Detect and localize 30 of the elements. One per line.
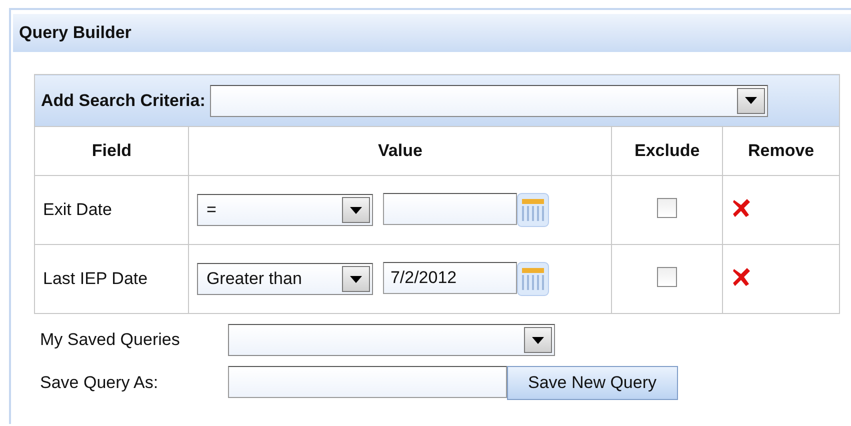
dropdown-button[interactable]	[342, 197, 370, 223]
caret-icon	[532, 336, 544, 344]
dropdown-button[interactable]	[737, 88, 766, 114]
operator-select[interactable]: =	[197, 194, 374, 226]
save-new-query-button[interactable]: Save New Query	[507, 366, 678, 400]
date-field[interactable]: 7/2/2012	[383, 262, 518, 294]
operator-select[interactable]: Greater than	[197, 263, 374, 295]
save-as-label: Save Query As:	[40, 373, 160, 393]
column-header: Field	[34, 126, 189, 176]
delete-icon[interactable]	[731, 198, 752, 218]
field-cell: Last IEP Date	[34, 244, 189, 314]
saved-queries-select[interactable]	[228, 324, 555, 356]
dropdown-button[interactable]	[342, 266, 370, 292]
exclude-checkbox[interactable]	[657, 198, 678, 218]
caret-icon	[350, 276, 362, 282]
column-header: Exclude	[612, 126, 723, 176]
column-header: Value	[188, 126, 612, 176]
dropdown-button[interactable]	[524, 327, 552, 353]
caret-icon	[745, 97, 758, 104]
criteria-label: Add Search Criteria:	[41, 90, 206, 110]
panel-title: Query Builder	[13, 14, 851, 52]
exclude-checkbox[interactable]	[657, 266, 678, 286]
saved-queries-label: My Saved Queries	[40, 330, 181, 350]
query-name-field[interactable]	[228, 366, 507, 398]
column-header: Remove	[722, 126, 840, 176]
date-field[interactable]	[383, 193, 518, 225]
delete-icon[interactable]	[731, 266, 752, 286]
field-cell: Exit Date	[34, 176, 189, 244]
criteria-select[interactable]	[210, 84, 768, 116]
caret-icon	[350, 206, 362, 214]
